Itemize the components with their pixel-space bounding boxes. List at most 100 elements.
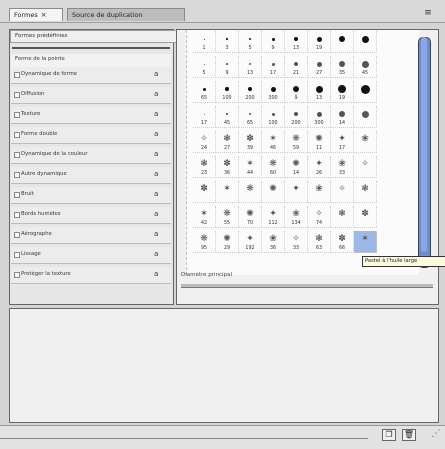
brush-preset[interactable]: ✦ 26 <box>308 156 331 178</box>
brush-preset[interactable]: 13 <box>308 81 331 103</box>
diameter-slider[interactable] <box>181 284 433 288</box>
brush-preset[interactable]: 13 <box>239 56 262 78</box>
option-checkbox[interactable] <box>14 132 20 138</box>
brush-preset[interactable]: ❀ 134 <box>285 206 308 228</box>
brush-preset[interactable] <box>354 106 377 128</box>
brush-preset[interactable]: 27 <box>308 56 331 78</box>
brush-preset[interactable] <box>354 81 377 103</box>
brush-tip-shape-item[interactable]: Forme de la pointe <box>11 54 171 68</box>
brush-preset[interactable]: ✦ <box>285 181 308 203</box>
lock-icon[interactable]: a <box>154 130 161 138</box>
brush-preset[interactable]: 45 <box>354 56 377 78</box>
brush-preset[interactable]: ❀ 36 <box>262 231 285 253</box>
brush-preset[interactable]: 13 <box>285 31 308 53</box>
brush-preset[interactable]: 9 <box>262 31 285 53</box>
option-row[interactable]: Texture a <box>11 107 171 124</box>
lock-icon[interactable]: a <box>154 190 161 198</box>
trash-icon[interactable]: 🗑 <box>402 429 416 441</box>
brush-preset[interactable]: ✶ 46 <box>262 131 285 153</box>
brush-preset[interactable]: ✧ 33 <box>285 231 308 253</box>
brush-preset[interactable]: 65 <box>239 106 262 128</box>
brush-preset[interactable]: ❃ <box>331 206 354 228</box>
close-icon[interactable]: × <box>41 11 47 19</box>
option-row[interactable]: Lissage a <box>11 247 171 264</box>
lock-icon[interactable]: a <box>154 270 161 278</box>
brush-preset[interactable]: ❋ 60 <box>262 156 285 178</box>
lock-icon[interactable]: a <box>154 230 161 238</box>
option-checkbox[interactable] <box>14 112 20 118</box>
presets-button[interactable]: Formes prédéfinies <box>10 30 177 43</box>
brush-preset[interactable]: 17 <box>193 106 216 128</box>
brush-preset[interactable]: ✽ <box>193 181 216 203</box>
option-checkbox[interactable] <box>14 72 20 78</box>
option-checkbox[interactable] <box>14 212 20 218</box>
brush-preset[interactable]: ✧ <box>331 181 354 203</box>
lock-icon[interactable]: a <box>154 90 161 98</box>
option-checkbox[interactable] <box>14 232 20 238</box>
lock-icon[interactable]: a <box>154 150 161 158</box>
brush-preset[interactable]: ❋ 55 <box>216 206 239 228</box>
brush-preset[interactable]: ❃ <box>354 181 377 203</box>
brush-preset[interactable]: ❋ 59 <box>285 131 308 153</box>
brush-preset[interactable]: ✶ <box>216 181 239 203</box>
option-checkbox[interactable] <box>14 272 20 278</box>
option-checkbox[interactable] <box>14 192 20 198</box>
new-brush-icon[interactable]: ❐ <box>382 429 396 441</box>
brush-preset[interactable]: ✶ <box>354 231 377 253</box>
brush-preset[interactable]: 17 <box>262 56 285 78</box>
brush-preset[interactable]: 300 <box>308 106 331 128</box>
brush-preset[interactable]: ✶ 42 <box>193 206 216 228</box>
panel-menu-icon[interactable]: ≡ <box>420 6 436 20</box>
brush-preset[interactable]: ✧ 74 <box>308 206 331 228</box>
brush-preset[interactable]: 3 <box>216 31 239 53</box>
brush-preset[interactable]: 65 <box>193 81 216 103</box>
option-checkbox[interactable] <box>14 152 20 158</box>
brush-preset[interactable]: 200 <box>285 106 308 128</box>
brush-preset[interactable]: 9 <box>285 81 308 103</box>
brush-preset[interactable]: 19 <box>308 31 331 53</box>
tab-formes[interactable]: Formes × <box>9 8 63 21</box>
brush-preset[interactable]: 200 <box>239 81 262 103</box>
brush-preset[interactable]: ✺ 14 <box>285 156 308 178</box>
option-row[interactable]: Diffusion a <box>11 87 171 104</box>
brush-preset[interactable]: 21 <box>285 56 308 78</box>
brush-preset[interactable]: 14 <box>331 106 354 128</box>
option-row[interactable]: Aérographe a <box>11 227 171 244</box>
brush-preset[interactable]: 1 <box>193 31 216 53</box>
brush-preset[interactable]: ❀ <box>308 181 331 203</box>
scrollbar-thumb[interactable] <box>421 37 427 252</box>
lock-icon[interactable]: a <box>154 170 161 178</box>
brush-preset[interactable]: ❃ 27 <box>216 131 239 153</box>
brush-preset[interactable]: 9 <box>216 56 239 78</box>
brush-preset[interactable]: ✦ 112 <box>262 206 285 228</box>
brush-preset[interactable]: ✽ 36 <box>216 156 239 178</box>
lock-icon[interactable]: a <box>154 210 161 218</box>
option-row[interactable]: Bruit a <box>11 187 171 204</box>
lock-icon[interactable]: a <box>154 110 161 118</box>
brush-preset[interactable]: ❀ <box>354 131 377 153</box>
option-checkbox[interactable] <box>14 172 20 178</box>
brush-preset[interactable]: ✽ 66 <box>331 231 354 253</box>
option-checkbox[interactable] <box>14 92 20 98</box>
brush-preset[interactable]: ✦ 192 <box>239 231 262 253</box>
option-row[interactable]: Bords humides a <box>11 207 171 224</box>
brush-preset[interactable]: ✺ 29 <box>216 231 239 253</box>
brush-preset[interactable]: ✧ 24 <box>193 131 216 153</box>
brush-preset[interactable] <box>354 31 377 53</box>
lock-icon[interactable]: a <box>154 70 161 78</box>
brush-preset[interactable]: ❃ 23 <box>193 156 216 178</box>
lock-icon[interactable]: a <box>154 250 161 258</box>
brush-preset[interactable]: 100 <box>216 81 239 103</box>
brush-preset[interactable]: ❋ <box>239 181 262 203</box>
option-row[interactable]: Forme double a <box>11 127 171 144</box>
resize-grip-icon[interactable]: ⋰ <box>430 428 442 440</box>
brush-preset[interactable]: ✧ <box>354 156 377 178</box>
brush-preset[interactable]: ✺ <box>262 181 285 203</box>
brush-preset[interactable]: 100 <box>262 106 285 128</box>
brush-preset[interactable]: ✺ 70 <box>239 206 262 228</box>
brush-preset[interactable]: ❃ 63 <box>308 231 331 253</box>
option-checkbox[interactable] <box>14 252 20 258</box>
option-row[interactable]: Dynamique de la couleur a <box>11 147 171 164</box>
brush-preset[interactable]: ✺ 11 <box>308 131 331 153</box>
brush-preset[interactable]: ✶ 44 <box>239 156 262 178</box>
